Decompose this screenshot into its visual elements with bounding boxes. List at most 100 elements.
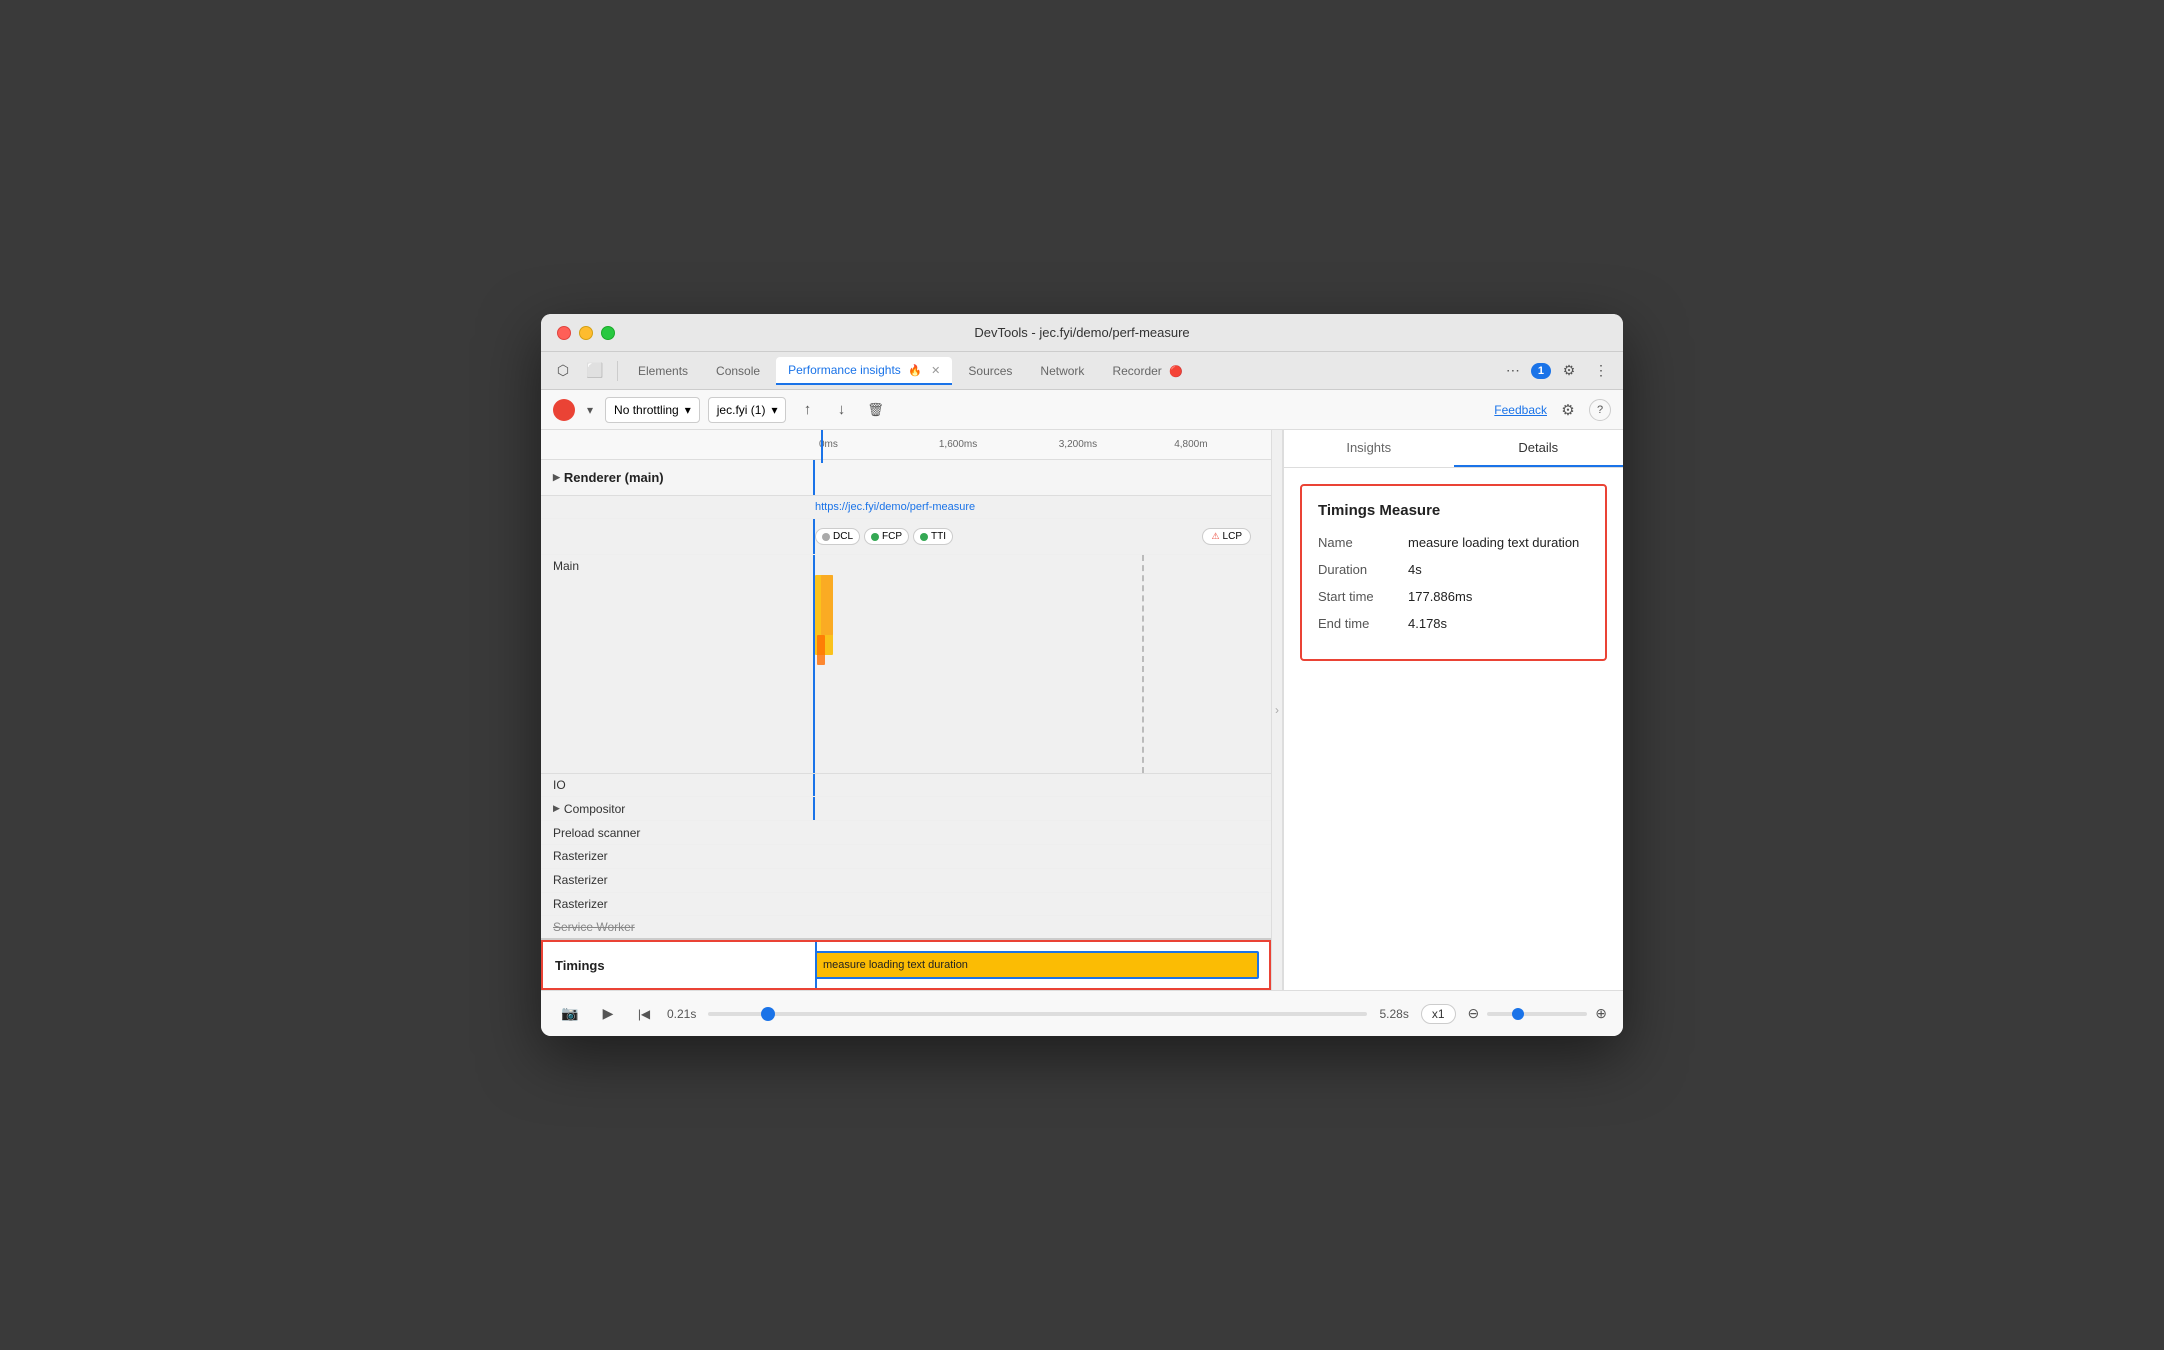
time-ruler: 0ms 1,600ms 3,200ms 4,800m: [541, 430, 1271, 460]
record-button[interactable]: [553, 399, 575, 421]
timeline-thumb[interactable]: [761, 1007, 775, 1021]
zoom-controls: ⊖ ⊕: [1468, 1005, 1607, 1022]
renderer-content: [811, 460, 1271, 495]
main-label: Main: [541, 559, 591, 573]
chat-badge[interactable]: 1: [1531, 363, 1551, 379]
close-button[interactable]: [557, 326, 571, 340]
details-box: Timings Measure Name measure loading tex…: [1300, 484, 1607, 661]
minimize-button[interactable]: [579, 326, 593, 340]
timeline-slider[interactable]: [708, 1012, 1367, 1016]
more-tabs-button[interactable]: ⋯: [1499, 357, 1527, 385]
timing-bar[interactable]: measure loading text duration: [815, 951, 1259, 979]
instance-select[interactable]: jec.fyi (1) ▾: [708, 397, 787, 423]
detail-val-end: 4.178s: [1408, 616, 1447, 631]
screenshot-icon[interactable]: 📷: [557, 1001, 583, 1027]
time-start-display: 0.21s: [667, 1007, 696, 1021]
maximize-button[interactable]: [601, 326, 615, 340]
rasterizer2-content: [811, 869, 1271, 892]
feedback-button[interactable]: Feedback: [1494, 403, 1547, 417]
flame-chart-area: Main: [541, 555, 1271, 773]
resize-icon: ›: [1275, 703, 1279, 717]
cursor-line-flame: [813, 555, 815, 772]
tab-separator: [617, 361, 618, 381]
zoom-slider[interactable]: [1487, 1012, 1587, 1016]
cursor-line: [821, 430, 823, 463]
tab-sources[interactable]: Sources: [956, 358, 1024, 384]
milestone-content: DCL FCP TTI ⚠ LCP: [811, 519, 1271, 554]
tab-console[interactable]: Console: [704, 358, 772, 384]
details-row-start: Start time 177.886ms: [1318, 589, 1589, 604]
detail-key-duration: Duration: [1318, 562, 1408, 577]
devtools-window: DevTools - jec.fyi/demo/perf-measure ⬡ ⬜…: [541, 314, 1623, 1036]
tab-elements[interactable]: Elements: [626, 358, 700, 384]
speed-selector[interactable]: x1: [1421, 1004, 1456, 1024]
io-content: [811, 774, 1271, 797]
service-worker-label: Service Worker: [541, 920, 811, 934]
io-track: IO: [541, 774, 1271, 798]
upload-icon[interactable]: ↑: [794, 397, 820, 423]
compositor-label: ▶ Compositor: [541, 802, 811, 816]
rasterizer3-label: Rasterizer: [541, 897, 811, 911]
throttle-select[interactable]: No throttling ▾: [605, 397, 700, 423]
tab-recorder[interactable]: Recorder 🔴: [1100, 358, 1194, 384]
zoom-out-icon[interactable]: ⊖: [1468, 1005, 1480, 1022]
renderer-collapse-icon[interactable]: ▶: [553, 472, 560, 483]
cursor-line-milestone: [813, 519, 815, 554]
io-label: IO: [541, 778, 811, 792]
tab-details[interactable]: Details: [1454, 430, 1624, 467]
detail-key-name: Name: [1318, 535, 1408, 550]
rasterizer1-label: Rasterizer: [541, 849, 811, 863]
main-area: 0ms 1,600ms 3,200ms 4,800m ▶ Renderer (m…: [541, 430, 1623, 990]
marker-4800ms: 4,800m: [1174, 439, 1207, 450]
tti-dot: [920, 533, 928, 541]
ruler-markers: 0ms 1,600ms 3,200ms 4,800m: [819, 430, 1263, 459]
help-icon[interactable]: ?: [1589, 399, 1611, 421]
renderer-row: ▶ Renderer (main): [541, 460, 1271, 496]
timings-row: Timings measure loading text duration: [541, 940, 1271, 990]
detail-val-start: 177.886ms: [1408, 589, 1472, 604]
dcl-dot: [822, 533, 830, 541]
service-worker-track: Service Worker: [541, 916, 1271, 940]
settings-icon[interactable]: ⚙: [1555, 397, 1581, 423]
tab-close-icon[interactable]: ✕: [931, 365, 940, 377]
download-icon[interactable]: ↓: [828, 397, 854, 423]
cursor-line-timings: [815, 942, 817, 988]
more-options-icon[interactable]: ⋮: [1587, 357, 1615, 385]
fcp-badge[interactable]: FCP: [864, 528, 909, 545]
renderer-label: ▶ Renderer (main): [541, 470, 811, 485]
throttle-label: No throttling: [614, 403, 679, 417]
tab-insights[interactable]: Insights: [1284, 430, 1454, 467]
timings-label: Timings: [543, 958, 813, 973]
rasterizer2-track: Rasterizer: [541, 869, 1271, 893]
cursor-icon[interactable]: ⬡: [549, 357, 577, 385]
rasterizer3-content: [811, 893, 1271, 916]
rasterizer2-label: Rasterizer: [541, 873, 811, 887]
lcp-badge[interactable]: ⚠ LCP: [1202, 528, 1251, 545]
record-dropdown-arrow[interactable]: ▾: [583, 403, 597, 417]
tab-performance[interactable]: Performance insights 🔥 ✕: [776, 357, 952, 385]
cursor-line-compositor: [813, 797, 815, 820]
details-panel: Timings Measure Name measure loading tex…: [1284, 468, 1623, 677]
play-button[interactable]: ▶: [595, 1001, 621, 1027]
marker-3200ms: 3,200ms: [1059, 439, 1097, 450]
fcp-dot: [871, 533, 879, 541]
dcl-badge[interactable]: DCL: [815, 528, 860, 545]
tti-badge[interactable]: TTI: [913, 528, 953, 545]
cursor-line-io: [813, 774, 815, 797]
detail-key-end: End time: [1318, 616, 1408, 631]
skip-back-button[interactable]: |◀: [633, 1003, 655, 1025]
traffic-lights: [557, 326, 615, 340]
zoom-in-icon[interactable]: ⊕: [1595, 1005, 1607, 1022]
compositor-expand-icon[interactable]: ▶: [553, 803, 560, 814]
compositor-track: ▶ Compositor: [541, 797, 1271, 821]
settings-gear-icon[interactable]: ⚙: [1555, 357, 1583, 385]
inspect-icon[interactable]: ⬜: [581, 357, 609, 385]
resize-handle[interactable]: ›: [1271, 430, 1283, 990]
tab-network[interactable]: Network: [1028, 358, 1096, 384]
preload-label: Preload scanner: [541, 826, 811, 840]
trash-icon[interactable]: 🗑: [862, 397, 888, 423]
rasterizer1-track: Rasterizer: [541, 845, 1271, 869]
service-worker-content: [811, 916, 1271, 938]
zoom-thumb[interactable]: [1512, 1008, 1524, 1020]
flame-label-col: Main: [541, 555, 811, 772]
